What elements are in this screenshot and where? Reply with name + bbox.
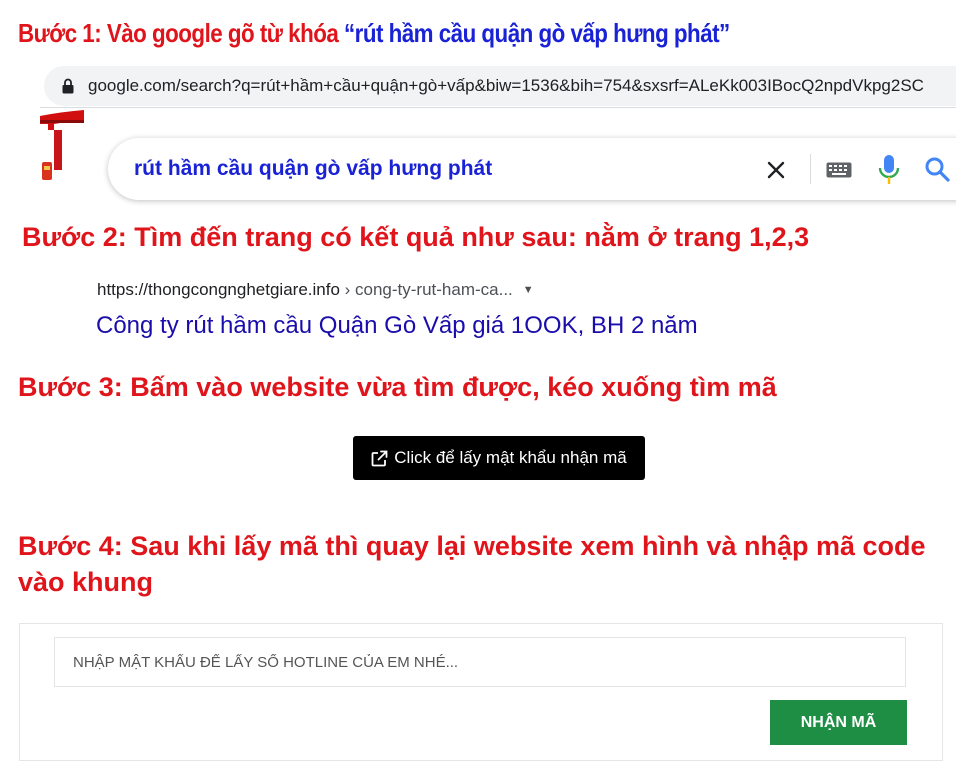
microphone-icon[interactable] — [878, 154, 900, 186]
result-menu-caret[interactable]: ▼ — [523, 284, 534, 296]
get-code-button[interactable]: NHẬN MÃ — [770, 700, 907, 745]
result-url[interactable]: https://thongcongnghetgiare.info › cong-… — [97, 280, 534, 300]
step-3-instruction: Bước 3: Bấm vào website vừa tìm được, ké… — [18, 372, 777, 402]
get-password-label: Click để lấy mật khẩu nhận mã — [394, 448, 627, 467]
step-2-instruction: Bước 2: Tìm đến trang có kết quả như sau… — [22, 222, 810, 252]
google-search-box[interactable]: rút hầm cầu quận gò vấp hưng phát — [108, 138, 956, 200]
external-link-icon — [371, 450, 388, 466]
step-1-instruction: Bước 1: Vào google gõ từ khóa “rút hầm c… — [18, 18, 730, 49]
url-text[interactable]: google.com/search?q=rút+hầm+cầu+quận+gò+… — [88, 76, 924, 96]
search-query[interactable]: rút hầm cầu quận gò vấp hưng phát — [134, 157, 492, 181]
search-icon[interactable] — [924, 156, 950, 182]
step-1-keyword: “rút hầm cầu quận gò vấp hưng phát” — [343, 18, 730, 48]
address-bar[interactable]: google.com/search?q=rút+hầm+cầu+quận+gò+… — [44, 66, 956, 106]
divider — [40, 107, 956, 108]
result-path: › cong-ty-rut-ham-ca... — [339, 280, 513, 299]
keyboard-icon[interactable] — [826, 162, 852, 178]
step-1-text: Bước 1: Vào google gõ từ khóa — [18, 18, 344, 48]
password-input[interactable] — [54, 637, 906, 687]
result-title-link[interactable]: Công ty rút hầm cầu Quận Gò Vấp giá 1OOK… — [96, 312, 698, 340]
get-password-button[interactable]: Click để lấy mật khẩu nhận mã — [353, 436, 645, 480]
step-4-instruction: Bước 4: Sau khi lấy mã thì quay lại webs… — [18, 531, 926, 597]
search-divider — [810, 154, 811, 184]
google-logo[interactable] — [40, 110, 84, 186]
close-icon[interactable] — [764, 158, 788, 182]
result-site: https://thongcongnghetgiare.info — [97, 280, 340, 299]
code-form-panel: NHẬN MÃ — [19, 623, 943, 761]
lock-icon — [62, 78, 74, 94]
